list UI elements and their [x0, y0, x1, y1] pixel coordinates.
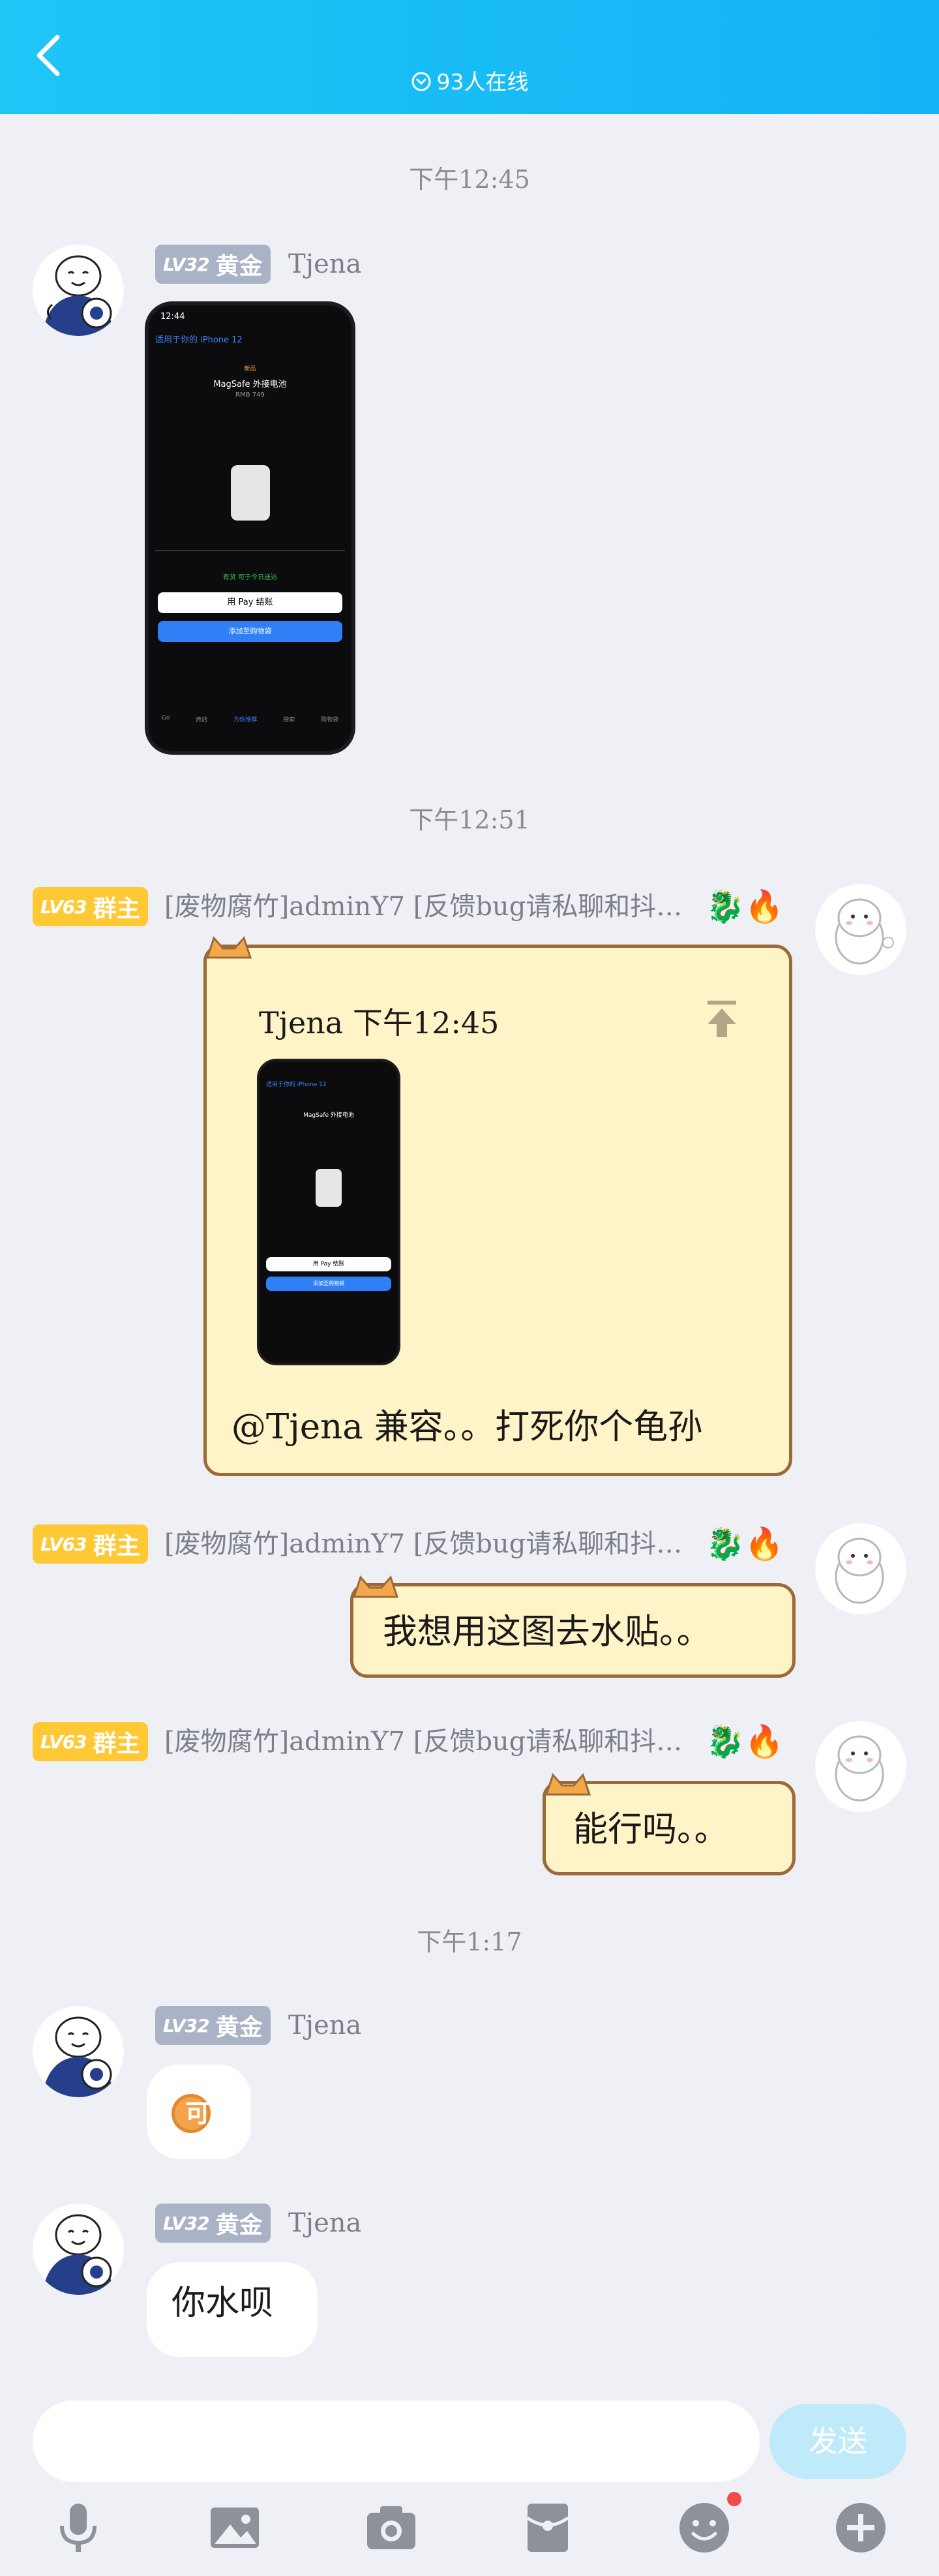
phone-back-link: 适用于你的 iPhone 12	[155, 335, 243, 345]
emoji-icon[interactable]	[675, 2498, 734, 2557]
avatar-tjena[interactable]	[33, 2204, 124, 2295]
message-text: 我想用这图去水贴。。	[383, 1612, 711, 1652]
cat-ear-decoration	[352, 1575, 399, 1598]
phone-product-title: MagSafe 外接电池	[213, 380, 287, 389]
level-value: LV63	[40, 1731, 87, 1753]
phone-back-link: 适用于你的 iPhone 12	[266, 1082, 327, 1088]
phone-status-time: 12:44	[160, 312, 185, 322]
sender-name[interactable]: Tjena	[288, 2006, 361, 2045]
phone-add-to-cart: 添加至购物袋	[266, 1277, 391, 1291]
message-bubble[interactable]: 我想用这图去水贴。。	[350, 1583, 796, 1678]
avatar-tjena[interactable]	[33, 245, 124, 336]
level-badge: LV63 群主	[33, 887, 148, 926]
fire-icon: 🔥	[745, 888, 784, 925]
phone-tab: Go	[161, 715, 170, 721]
message-bubble[interactable]: 你水呗	[147, 2262, 318, 2357]
message-text: 能行吗。。	[573, 1810, 729, 1849]
dragon-icon: 🐉	[706, 888, 745, 925]
avatar-admin[interactable]	[815, 1721, 906, 1812]
sender-name[interactable]: [废物腐竹]adminY7 [反馈bug请私聊和抖…	[164, 1722, 702, 1761]
sender-name[interactable]: Tjena	[288, 2204, 361, 2243]
phone-new-tag: 新品	[244, 366, 256, 372]
camera-icon[interactable]	[362, 2498, 421, 2557]
phone-tab: 为你推荐	[233, 717, 258, 723]
avatar-admin[interactable]	[815, 1523, 906, 1614]
fire-icon: 🔥	[745, 1723, 784, 1760]
avatar-tjena[interactable]	[33, 2006, 124, 2097]
divider	[155, 550, 345, 551]
message-text: 你水呗	[171, 2284, 274, 2323]
mic-icon[interactable]	[49, 2498, 108, 2557]
fire-icon: 🔥	[745, 1526, 784, 1562]
tier-label: 黄金	[215, 253, 263, 280]
level-value: LV32	[163, 2014, 210, 2037]
top-bar: 93人在线	[0, 0, 939, 114]
phone-tab: 搜索	[283, 717, 295, 723]
tier-label: 黄金	[215, 2014, 263, 2041]
level-badge: LV63 群主	[33, 1524, 148, 1564]
quote-header: Tjena 下午12:45	[259, 1005, 499, 1040]
phone-price: RMB 749	[235, 391, 265, 399]
timestamp: 下午12:51	[409, 806, 530, 834]
chevron-down-circle-icon	[411, 72, 430, 91]
role-label: 群主	[93, 1731, 140, 1757]
sender-name[interactable]: Tjena	[288, 245, 361, 284]
plus-icon[interactable]	[831, 2498, 890, 2557]
message-input[interactable]	[33, 2401, 760, 2482]
level-value: LV63	[40, 896, 87, 918]
sender-name[interactable]: [废物腐竹]adminY7 [反馈bug请私聊和抖…	[164, 1524, 702, 1564]
message-text: @Tjena 兼容。。打死你个龟孙	[231, 1407, 703, 1447]
level-value: LV32	[163, 2212, 210, 2234]
phone-product-title: MagSafe 外接电池	[303, 1112, 354, 1119]
jump-to-top-icon[interactable]	[702, 997, 741, 1042]
phone-stock: 有货 可于今日送达	[222, 574, 278, 581]
level-badge: LV32 黄金	[155, 245, 271, 284]
timestamp: 下午12:45	[409, 165, 530, 194]
role-label: 群主	[93, 896, 140, 922]
image-message-thumbnail[interactable]: 12:44 适用于你的 iPhone 12 新品 MagSafe 外接电池 RM…	[145, 301, 355, 755]
phone-add-to-cart: 添加至购物袋	[158, 621, 342, 642]
battery-image	[231, 465, 270, 521]
avatar-admin[interactable]	[815, 884, 906, 975]
level-value: LV63	[40, 1533, 87, 1555]
phone-apple-pay: 用 Pay 结账	[266, 1257, 391, 1271]
battery-image	[316, 1169, 342, 1207]
online-count[interactable]: 93人在线	[0, 68, 939, 97]
dragon-icon: 🐉	[706, 1723, 745, 1760]
dragon-icon: 🐉	[706, 1526, 745, 1562]
online-count-text: 93人在线	[436, 69, 529, 95]
sticker-text: 可	[185, 2099, 210, 2128]
timestamp: 下午1:17	[417, 1928, 522, 1956]
level-badge: LV32 黄金	[155, 2006, 271, 2045]
tier-label: 黄金	[215, 2212, 263, 2239]
message-bubble[interactable]: Tjena 下午12:45 适用于你的 iPhone 12 MagSafe 外接…	[203, 945, 792, 1476]
quoted-image-thumbnail[interactable]: 适用于你的 iPhone 12 MagSafe 外接电池 用 Pay 结账 添加…	[257, 1059, 400, 1365]
sender-name[interactable]: [废物腐竹]adminY7 [反馈bug请私聊和抖…	[164, 887, 702, 926]
image-icon[interactable]	[205, 2498, 264, 2557]
red-envelope-icon[interactable]	[518, 2498, 577, 2557]
level-badge: LV32 黄金	[155, 2204, 271, 2243]
phone-tabbar: Go 商店 为你推荐 搜索 购物袋	[149, 715, 351, 751]
cat-ear-decoration	[544, 1773, 591, 1796]
notification-dot	[727, 2492, 741, 2506]
phone-apple-pay: 用 Pay 结账	[158, 592, 342, 613]
phone-tab: 购物袋	[321, 717, 339, 723]
message-bubble[interactable]: 可	[147, 2065, 251, 2159]
level-badge: LV63 群主	[33, 1722, 148, 1761]
role-label: 群主	[93, 1533, 140, 1560]
send-button[interactable]: 发送	[769, 2404, 906, 2479]
level-value: LV32	[163, 253, 210, 275]
cat-ear-decoration	[205, 936, 252, 959]
phone-tab: 商店	[196, 717, 208, 723]
